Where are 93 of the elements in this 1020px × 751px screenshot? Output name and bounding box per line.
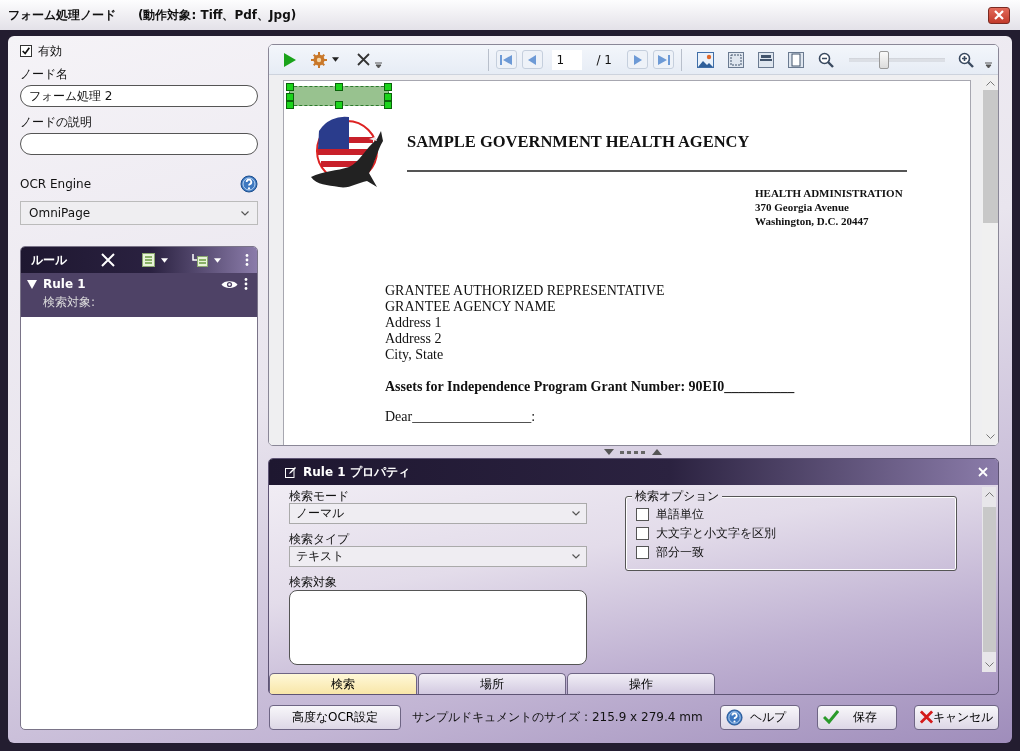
cancel-button[interactable]: キャンセル <box>914 704 999 730</box>
salutation-line: Dear_________________: <box>385 409 537 425</box>
last-page-button[interactable] <box>653 50 674 69</box>
chevron-icon <box>241 210 249 216</box>
page-total: / 1 <box>596 52 612 67</box>
more-icon[interactable] <box>245 254 249 266</box>
previous-page-button[interactable] <box>521 50 543 69</box>
enabled-checkbox[interactable] <box>20 45 32 57</box>
node-name-field[interactable]: フォーム処理 2 <box>20 85 258 107</box>
recipient-line: Address 2 <box>385 331 443 347</box>
scrollbar[interactable] <box>982 487 996 672</box>
sample-size-text: サンプルドキュメントのサイズ : 215.9 x 279.4 mm <box>412 708 703 726</box>
tab[interactable]: 検索 <box>269 673 417 694</box>
add-list-icon[interactable] <box>192 253 208 267</box>
option-checkbox[interactable] <box>636 527 649 540</box>
panel-title: Rule 1 プロパティ <box>303 463 410 481</box>
document-heading: SAMPLE GOVERNMENT HEALTH AGENCY <box>407 132 751 152</box>
more-icon[interactable] <box>244 278 248 290</box>
node-description-field[interactable] <box>20 133 258 155</box>
enabled-label: 有効 <box>38 42 62 60</box>
dropdown[interactable]: テキスト <box>289 546 587 567</box>
chevron-icon <box>572 554 580 559</box>
grant-number-line: Assets for Independence Program Grant Number: 90EI0__________ <box>385 379 796 395</box>
address-line: Washington, D.C. 20447 <box>755 214 870 228</box>
option-label: 単語単位 <box>656 506 704 523</box>
scroll-up-icon[interactable] <box>985 80 995 86</box>
address-line: HEALTH ADMINISTRATION <box>755 186 904 200</box>
recipient-line: City, State <box>385 347 445 363</box>
fit-width-icon[interactable] <box>758 51 774 68</box>
close-icon[interactable] <box>978 467 988 477</box>
recipient-line: GRANTEE AUTHORIZED REPRESENTATIVE <box>385 283 666 299</box>
last-page-icon <box>656 53 671 66</box>
scroll-up-icon[interactable] <box>984 491 994 497</box>
ocr-engine-dropdown[interactable]: OmniPage <box>20 201 258 225</box>
help-button[interactable]: ヘルプ <box>719 704 800 730</box>
image-icon[interactable] <box>697 51 714 68</box>
delete-icon[interactable] <box>357 53 370 66</box>
zoom-out-icon[interactable] <box>818 51 834 68</box>
help-icon[interactable] <box>725 708 743 726</box>
eye-icon[interactable] <box>221 278 238 290</box>
fit-page-icon[interactable] <box>728 51 744 68</box>
close-button[interactable] <box>988 6 1010 24</box>
caret-icon <box>214 257 221 263</box>
option-label: 部分一致 <box>656 544 704 561</box>
recipient-line: GRANTEE AGENCY NAME <box>385 299 557 315</box>
advanced-ocr-settings-button[interactable]: 高度なOCR設定 <box>269 704 402 730</box>
help-icon[interactable] <box>240 175 258 193</box>
window-title: フォーム処理ノード <box>8 6 116 24</box>
rule-detail: 検索対象: <box>43 294 97 311</box>
save-button[interactable]: 保存 <box>816 704 897 730</box>
rule-name: Rule 1 <box>43 277 86 291</box>
tab[interactable]: 操作 <box>567 673 715 694</box>
edit-icon <box>285 466 296 478</box>
overflow-icon[interactable] <box>985 62 992 69</box>
group-title: 検索オプション <box>632 489 722 503</box>
field-label: 検索タイプ <box>289 531 351 545</box>
scroll-down-icon[interactable] <box>985 434 995 440</box>
next-page-button[interactable] <box>627 50 648 69</box>
field-label: 検索対象 <box>289 574 338 588</box>
run-icon[interactable] <box>283 51 297 68</box>
chevron-icon <box>572 511 580 516</box>
slider-thumb[interactable] <box>878 50 889 69</box>
option-checkbox[interactable] <box>636 508 649 521</box>
panel-title: ルール <box>31 251 68 269</box>
address-line: 370 Georgia Avenue <box>755 200 850 214</box>
single-page-icon[interactable] <box>788 51 804 68</box>
first-page-button[interactable] <box>495 50 517 69</box>
option-label: 大文字と小文字を区別 <box>656 525 776 542</box>
overflow-icon[interactable] <box>375 62 382 69</box>
splitter-handle[interactable] <box>603 448 664 456</box>
field-label: ノードの説明 <box>20 114 93 131</box>
field-label: OCR Engine <box>20 177 92 191</box>
search-target-field[interactable] <box>289 590 587 665</box>
page-number-field[interactable]: 1 <box>551 49 582 70</box>
zoom-in-icon[interactable] <box>958 51 974 68</box>
expand-triangle-icon[interactable] <box>27 279 37 289</box>
window-subtitle: (動作対象: Tiff、Pdf、Jpg) <box>138 6 297 24</box>
tab[interactable]: 場所 <box>418 673 566 694</box>
selection-region[interactable] <box>289 86 389 106</box>
caret-icon <box>332 57 339 62</box>
first-page-icon <box>499 53 513 66</box>
scroll-down-icon[interactable] <box>984 662 994 668</box>
option-checkbox[interactable] <box>636 546 649 559</box>
recipient-line: Address 1 <box>385 315 443 331</box>
caret-icon <box>161 257 168 263</box>
gear-icon[interactable] <box>311 51 327 68</box>
rule-item[interactable]: Rule 1 検索対象: <box>21 273 257 317</box>
close-icon <box>994 10 1004 20</box>
field-label: 検索モード <box>289 488 350 502</box>
field-label: ノード名 <box>20 66 69 83</box>
checkmark-icon <box>822 710 839 724</box>
dropdown[interactable]: ノーマル <box>289 503 587 524</box>
x-icon <box>920 710 933 724</box>
